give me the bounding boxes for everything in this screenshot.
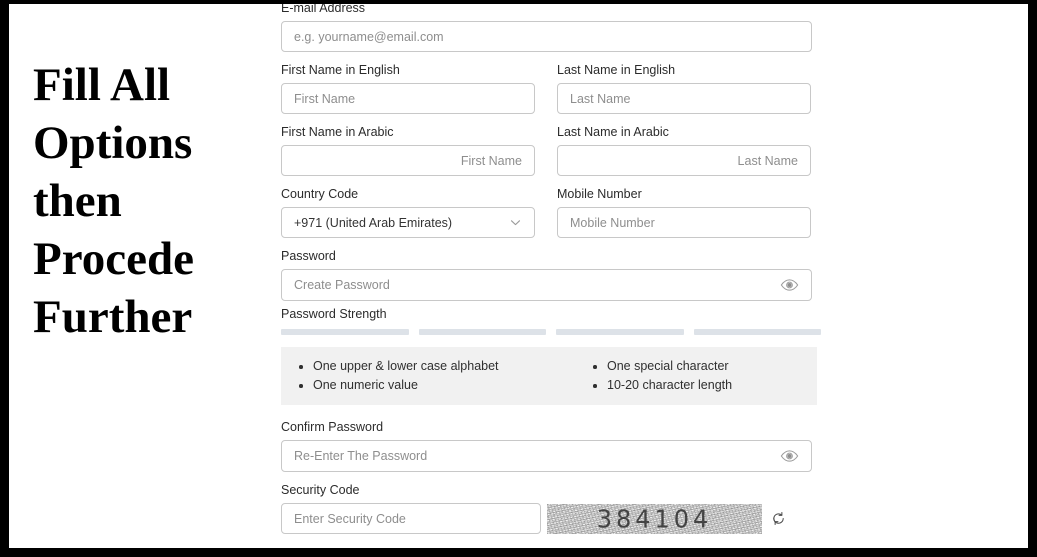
page-content: Fill All Options then Procede Further E-… <box>9 4 1028 548</box>
field-password: Password Create Password <box>281 248 812 301</box>
password-strength-meter <box>281 329 821 335</box>
field-confirm-password: Confirm Password Re-Enter The Password <box>281 419 812 472</box>
password-requirement-item: One numeric value <box>295 376 549 395</box>
email-input-placeholder: e.g. yourname@email.com <box>294 29 444 44</box>
annotation-line-2: Options <box>33 117 193 169</box>
mobile-number-input[interactable]: Mobile Number <box>557 207 811 238</box>
password-requirements-box: One upper & lower case alphabet One nume… <box>281 347 817 405</box>
password-requirement-item: One special character <box>589 357 803 376</box>
field-first-name-english: First Name in English First Name <box>281 62 535 114</box>
email-input[interactable]: e.g. yourname@email.com <box>281 21 812 52</box>
row-name-arabic: First Name in Arabic First Name Last Nam… <box>281 124 821 186</box>
first-name-arabic-input[interactable]: First Name <box>281 145 535 176</box>
last-name-english-input[interactable]: Last Name <box>557 83 811 114</box>
country-code-selected-value: +971 (United Arab Emirates) <box>294 215 453 230</box>
chevron-down-icon <box>509 216 522 229</box>
password-strength-segment <box>693 329 821 335</box>
annotation-line-5: Further <box>33 291 193 343</box>
field-security-code: Security Code Enter Security Code 384104 <box>281 482 812 534</box>
annotation-line-4: Procede <box>33 233 194 285</box>
country-code-select[interactable]: +971 (United Arab Emirates) <box>281 207 535 238</box>
label-password-strength: Password Strength <box>281 307 387 321</box>
label-country-code: Country Code <box>281 187 359 201</box>
eye-icon[interactable] <box>780 278 799 292</box>
registration-form: E-mail Address e.g. yourname@email.com F… <box>281 4 821 548</box>
last-name-english-placeholder: Last Name <box>570 91 631 106</box>
field-mobile-number: Mobile Number Mobile Number <box>557 186 811 238</box>
password-strength-segment <box>556 329 684 335</box>
annotation-line-3: then <box>33 175 122 227</box>
field-last-name-english: Last Name in English Last Name <box>557 62 811 114</box>
refresh-icon[interactable] <box>771 511 786 526</box>
row-country-mobile: Country Code +971 (United Arab Emirates)… <box>281 186 821 248</box>
password-requirement-item: One upper & lower case alphabet <box>295 357 549 376</box>
label-first-name-arabic: First Name in Arabic <box>281 125 394 139</box>
security-code-row: Enter Security Code 384104 <box>281 503 812 534</box>
confirm-password-placeholder: Re-Enter The Password <box>294 449 428 463</box>
mobile-number-placeholder: Mobile Number <box>570 215 655 230</box>
password-placeholder: Create Password <box>294 278 390 292</box>
field-last-name-arabic: Last Name in Arabic Last Name <box>557 124 811 176</box>
label-email: E-mail Address <box>281 4 366 15</box>
captcha-code-text: 384104 <box>596 503 713 534</box>
field-email: E-mail Address e.g. yourname@email.com <box>281 4 812 52</box>
confirm-password-input[interactable]: Re-Enter The Password <box>281 440 812 472</box>
password-input[interactable]: Create Password <box>281 269 812 301</box>
security-code-placeholder: Enter Security Code <box>294 511 406 526</box>
annotation-line-1: Fill All <box>33 59 171 111</box>
label-mobile-number: Mobile Number <box>557 187 642 201</box>
screenshot-frame: Fill All Options then Procede Further E-… <box>0 0 1037 557</box>
field-first-name-arabic: First Name in Arabic First Name <box>281 124 535 176</box>
captcha-image: 384104 <box>547 503 762 534</box>
password-strength-segment <box>418 329 546 335</box>
row-name-english: First Name in English First Name Last Na… <box>281 62 821 124</box>
label-last-name-english: Last Name in English <box>557 63 676 77</box>
password-requirements-right-column: One special character 10-20 character le… <box>549 357 803 395</box>
last-name-arabic-placeholder: Last Name <box>737 153 798 168</box>
eye-icon[interactable] <box>780 449 799 463</box>
first-name-english-placeholder: First Name <box>294 91 356 106</box>
label-first-name-english: First Name in English <box>281 63 400 77</box>
password-requirement-item: 10-20 character length <box>589 376 803 395</box>
label-last-name-arabic: Last Name in Arabic <box>557 125 669 139</box>
password-requirements-left-column: One upper & lower case alphabet One nume… <box>295 357 549 395</box>
annotation-overlay-text: Fill All Options then Procede Further <box>33 56 263 346</box>
security-code-input[interactable]: Enter Security Code <box>281 503 541 534</box>
last-name-arabic-input[interactable]: Last Name <box>557 145 811 176</box>
first-name-english-input[interactable]: First Name <box>281 83 535 114</box>
first-name-arabic-placeholder: First Name <box>460 153 522 168</box>
field-country-code: Country Code +971 (United Arab Emirates) <box>281 186 535 238</box>
label-security-code: Security Code <box>281 483 360 497</box>
password-strength-segment <box>281 329 409 335</box>
label-password: Password <box>281 249 336 263</box>
label-confirm-password: Confirm Password <box>281 420 384 434</box>
